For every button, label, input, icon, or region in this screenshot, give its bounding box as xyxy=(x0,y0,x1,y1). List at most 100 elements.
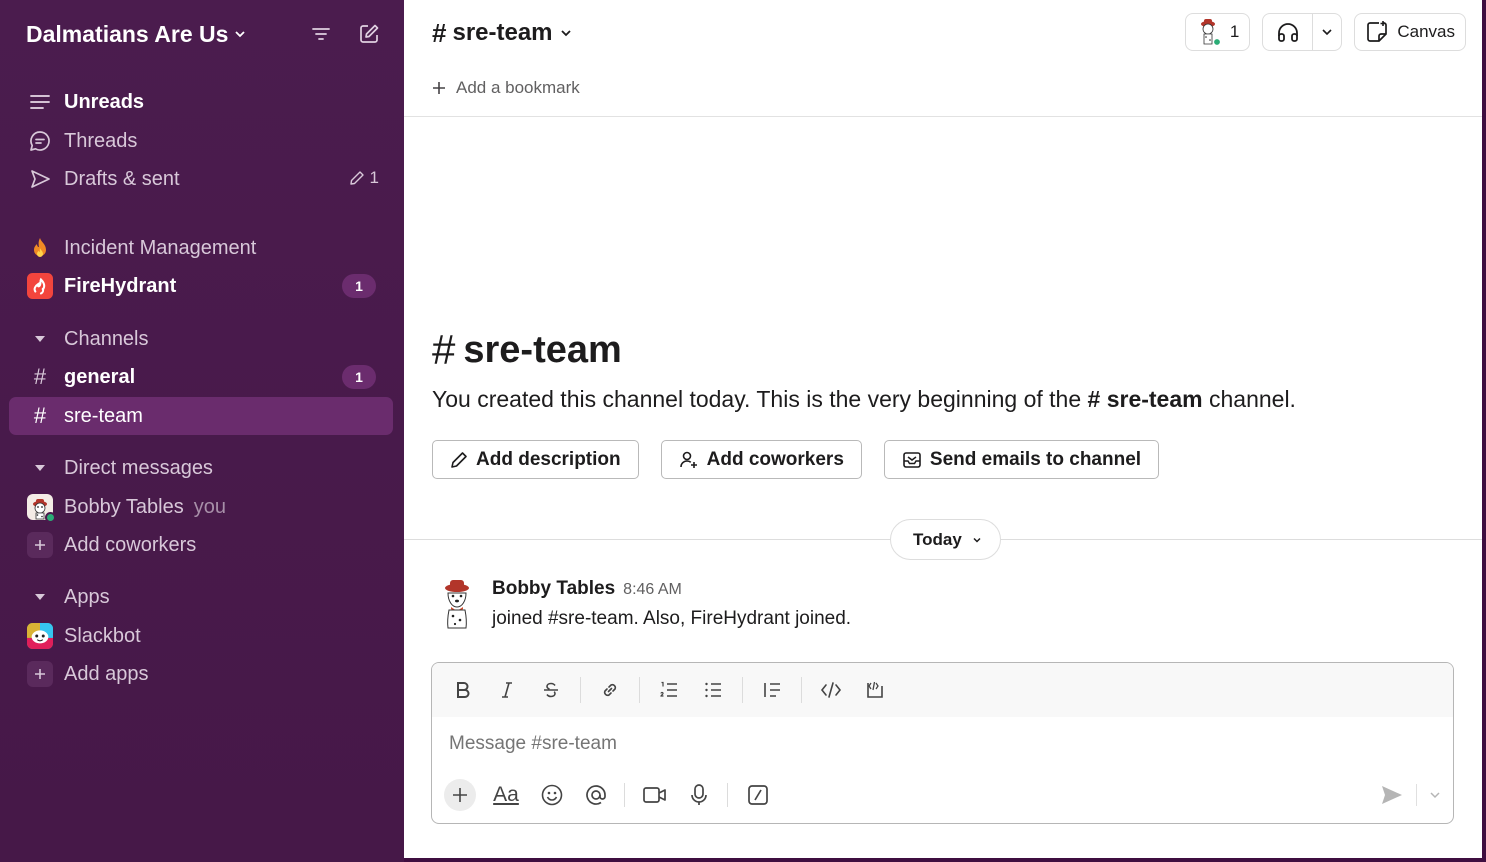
ordered-list-icon xyxy=(660,681,677,697)
sidebar-item-add-apps[interactable]: Add apps xyxy=(9,655,393,693)
send-icon xyxy=(1382,786,1402,804)
header-divider xyxy=(404,116,1482,117)
shortcuts-button[interactable] xyxy=(742,779,774,811)
day-divider-button[interactable]: Today xyxy=(890,519,1001,560)
plus-icon xyxy=(453,788,467,802)
sidebar-item-add-coworkers[interactable]: Add coworkers xyxy=(9,526,393,564)
toolbar-separator xyxy=(580,677,581,703)
members-button[interactable]: 1 xyxy=(1184,13,1251,51)
caret-down-icon xyxy=(27,455,53,481)
message: Bobby Tables 8:46 AM joined #sre-team. Al… xyxy=(438,576,1338,636)
draft-count: 1 xyxy=(349,168,379,188)
avatar xyxy=(27,494,56,523)
sidebar-item-unreads[interactable]: Unreads xyxy=(9,83,393,121)
filter-icon[interactable] xyxy=(310,23,332,45)
huddle-button-group xyxy=(1262,13,1343,51)
ordered-list-button[interactable] xyxy=(654,675,684,705)
canvas-label: Canvas xyxy=(1397,22,1455,41)
sidebar-item-threads[interactable]: Threads xyxy=(9,122,393,160)
sidebar-item-drafts[interactable]: Drafts & sent 1 xyxy=(9,160,393,198)
code-block-button[interactable] xyxy=(860,675,890,705)
italic-icon xyxy=(502,682,512,698)
italic-button[interactable] xyxy=(492,675,522,705)
chevron-down-icon xyxy=(560,30,571,37)
firehydrant-logo-icon xyxy=(27,273,53,299)
blockquote-icon xyxy=(764,683,780,697)
huddle-button[interactable] xyxy=(1263,14,1314,50)
plus-icon xyxy=(27,661,53,687)
sidebar-section-apps[interactable]: Apps xyxy=(9,578,393,616)
formatting-toggle-button[interactable]: Aa xyxy=(488,779,524,811)
audio-clip-button[interactable] xyxy=(683,779,715,811)
message-text: joined #sre-team. Also, FireHydrant join… xyxy=(492,608,852,629)
video-clip-button[interactable] xyxy=(639,779,671,811)
sidebar: Dalmatians Are Us Unreads Threads Drafts… xyxy=(0,0,404,862)
unread-badge: 1 xyxy=(342,365,376,389)
mention-button[interactable] xyxy=(580,779,612,811)
sidebar-item-incident-management[interactable]: Incident Management xyxy=(9,229,393,267)
caret-down-icon xyxy=(27,326,53,352)
workspace-name[interactable]: Dalmatians Are Us xyxy=(26,21,228,48)
message-input[interactable] xyxy=(449,729,1433,759)
sidebar-item-firehydrant[interactable]: FireHydrant 1 xyxy=(9,267,393,305)
sidebar-item-label: Slackbot xyxy=(64,624,141,647)
slackbot-icon xyxy=(27,623,53,649)
huddle-options-button[interactable] xyxy=(1313,14,1341,50)
message-author[interactable]: Bobby Tables 8:46 AM xyxy=(492,578,682,600)
sidebar-item-label: FireHydrant xyxy=(64,274,177,297)
unread-badge: 1 xyxy=(342,274,376,298)
video-icon xyxy=(643,787,666,803)
send-separator xyxy=(1416,784,1417,806)
code-icon xyxy=(820,682,842,698)
composer-separator xyxy=(727,783,728,807)
chevron-down-icon[interactable] xyxy=(234,28,246,40)
sidebar-item-label: Bobby Tables xyxy=(64,495,184,518)
microphone-icon xyxy=(691,784,707,805)
add-bookmark-button[interactable]: Add a bookmark xyxy=(432,78,580,98)
message-timestamp[interactable]: 8:46 AM xyxy=(623,581,682,598)
sidebar-item-channel-sre-team[interactable]: # sre-team xyxy=(9,397,393,435)
intro-actions: Add description Add coworkers Send email… xyxy=(432,440,1160,479)
code-button[interactable] xyxy=(816,675,846,705)
chevron-down-icon xyxy=(1322,29,1332,36)
bookmark-label: Add a bookmark xyxy=(456,78,580,97)
channel-mention[interactable]: # sre-team xyxy=(1088,386,1203,412)
bulleted-list-button[interactable] xyxy=(698,675,728,705)
section-label: Channels xyxy=(64,327,149,350)
add-description-button[interactable]: Add description xyxy=(432,440,639,479)
strikethrough-button[interactable] xyxy=(536,675,566,705)
bulleted-list-icon xyxy=(705,682,721,698)
channel-intro-text: You created this channel today. This is … xyxy=(432,386,1296,412)
hash-icon: # xyxy=(432,326,456,373)
bold-button[interactable] xyxy=(448,675,478,705)
toolbar-separator xyxy=(742,677,743,703)
blockquote-button[interactable] xyxy=(757,675,787,705)
sidebar-section-channels[interactable]: Channels xyxy=(9,320,393,358)
sidebar-section-direct-messages[interactable]: Direct messages xyxy=(9,449,393,487)
hash-icon: # xyxy=(33,364,47,389)
plus-icon xyxy=(433,82,445,94)
link-button[interactable] xyxy=(595,675,625,705)
email-icon xyxy=(903,451,921,468)
emoji-button[interactable] xyxy=(536,779,568,811)
avatar[interactable] xyxy=(438,578,476,630)
toolbar-separator xyxy=(639,677,640,703)
add-coworkers-button[interactable]: Add coworkers xyxy=(660,440,862,479)
canvas-icon xyxy=(1367,21,1388,42)
member-count: 1 xyxy=(1229,22,1240,41)
add-user-icon xyxy=(679,451,697,468)
sidebar-item-dm-bobby-tables[interactable]: Bobby Tables you xyxy=(9,488,393,526)
sidebar-item-label: Threads xyxy=(64,129,138,152)
schedule-send-button[interactable] xyxy=(1429,789,1441,801)
canvas-button[interactable]: Canvas xyxy=(1354,13,1466,51)
presence-dot xyxy=(45,512,56,523)
channel-title-button[interactable]: # sre-team xyxy=(432,18,573,49)
sidebar-item-slackbot[interactable]: Slackbot xyxy=(9,617,393,655)
send-emails-button[interactable]: Send emails to channel xyxy=(883,440,1160,479)
sidebar-item-channel-general[interactable]: # general 1 xyxy=(9,358,393,396)
compose-icon[interactable] xyxy=(358,23,380,45)
attach-button[interactable] xyxy=(444,779,476,811)
sidebar-item-label: Unreads xyxy=(64,90,145,113)
send-button[interactable] xyxy=(1380,784,1404,806)
hash-icon: # xyxy=(432,17,447,48)
